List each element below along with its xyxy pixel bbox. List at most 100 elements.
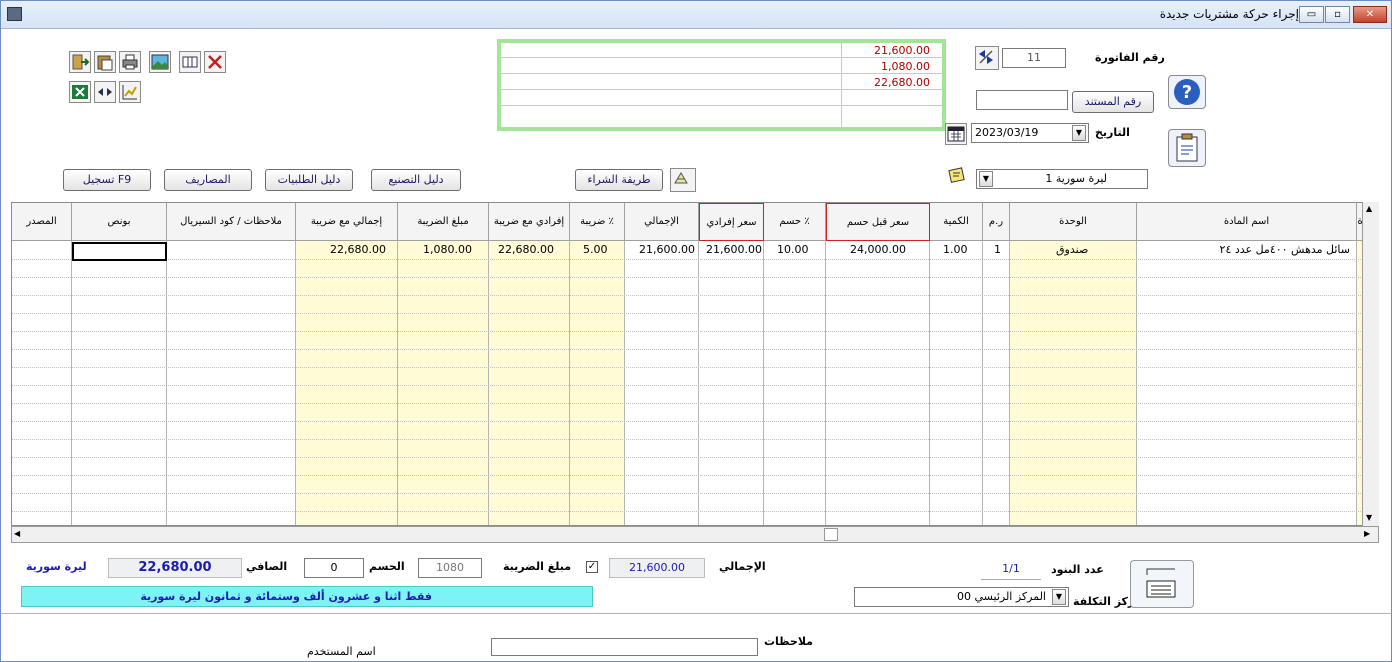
- cell-quantity[interactable]: 1.00: [943, 243, 968, 259]
- cost-center-dropdown-icon[interactable]: ▼: [1052, 589, 1066, 605]
- scroll-thumb[interactable]: [824, 528, 838, 541]
- discount-label: الحسم: [369, 560, 405, 573]
- amount-in-words-text: فقط اثنا و عشرون ألف وستمائة و ثمانون لي…: [140, 590, 432, 603]
- minimize-button[interactable]: ▭: [1299, 6, 1324, 23]
- header-discount-percent[interactable]: ٪ حسم: [764, 203, 826, 241]
- cell-discount-percent[interactable]: 10.00: [777, 243, 809, 259]
- scroll-left-icon[interactable]: ◀: [14, 529, 24, 540]
- help-icon[interactable]: ?: [1168, 75, 1206, 109]
- grid-column: [826, 241, 930, 525]
- columns-icon[interactable]: [179, 51, 201, 73]
- header-notes-serial[interactable]: ملاحظات / كود السيريال: [167, 203, 296, 241]
- report-icon[interactable]: [1168, 129, 1206, 167]
- header-bonus[interactable]: بونص: [72, 203, 167, 241]
- purchase-window: إجراء حركة مشتريات جديدة ▭ ▫ ✕ 21,600.00…: [0, 0, 1392, 662]
- svg-text:?: ?: [1182, 82, 1192, 103]
- image-icon[interactable]: [149, 51, 171, 73]
- cell-unit-price[interactable]: 21,600.00: [706, 243, 762, 259]
- grid-row-line: [12, 457, 1378, 458]
- header-price-before-discount[interactable]: سعر قبل حسم: [826, 203, 930, 241]
- header-source[interactable]: المصدر: [12, 203, 72, 241]
- bonus-cell-editor[interactable]: [72, 242, 167, 261]
- app-icon: [7, 7, 22, 21]
- discount-field[interactable]: 0: [304, 558, 364, 578]
- close-button[interactable]: ✕: [1353, 6, 1387, 23]
- document-number-field[interactable]: [976, 90, 1068, 110]
- summary-row: [501, 91, 942, 106]
- chart-icon[interactable]: [119, 81, 141, 103]
- exit-icon[interactable]: [69, 51, 91, 73]
- cost-center-select[interactable]: المركز الرئيسي 00 ▼: [854, 587, 1069, 607]
- amount-in-words: فقط اثنا و عشرون ألف وستمائة و ثمانون لي…: [21, 586, 593, 607]
- header-row-number[interactable]: ر.م: [983, 203, 1010, 241]
- total-value-field: 21,600.00: [609, 558, 705, 578]
- cell-unit[interactable]: صندوق: [1056, 243, 1088, 259]
- header-unit[interactable]: الوحدة: [1010, 203, 1137, 241]
- scroll-up-icon[interactable]: ▲: [1366, 204, 1372, 213]
- document-number-button[interactable]: رقم المستند: [1072, 91, 1154, 113]
- summary-row: 22,680.00: [501, 75, 942, 90]
- delete-icon[interactable]: [204, 51, 226, 73]
- grid-column: [72, 241, 167, 525]
- cell-unit-with-tax[interactable]: 22,680.00: [498, 243, 554, 259]
- window-title: إجراء حركة مشتريات جديدة: [1159, 7, 1299, 21]
- cell-item-name[interactable]: سائل مدهش ٤٠٠مل عدد ٢٤: [1152, 243, 1350, 259]
- expenses-button[interactable]: المصاريف: [164, 169, 252, 191]
- grid-column: [1010, 241, 1137, 525]
- header-total-with-tax[interactable]: إجمالي مع ضريبة: [296, 203, 398, 241]
- header-quantity[interactable]: الكمية: [930, 203, 983, 241]
- header-unit-with-tax[interactable]: إفرادي مع ضريبة: [489, 203, 570, 241]
- grid-row-line: [12, 331, 1378, 332]
- grid-row-line: [12, 295, 1378, 296]
- excel-icon[interactable]: [69, 81, 91, 103]
- cell-price-before-discount[interactable]: 24,000.00: [850, 243, 906, 259]
- grid-row-line: [12, 259, 1378, 260]
- maximize-button[interactable]: ▫: [1325, 6, 1350, 23]
- grid-row-line: [12, 439, 1378, 440]
- swap-icon[interactable]: [975, 46, 999, 70]
- manufacturing-guide-button[interactable]: دليل التصنيع: [371, 169, 461, 191]
- grid-row-line: [12, 367, 1378, 368]
- cell-tax-amount[interactable]: 1,080.00: [423, 243, 472, 259]
- header-item-name[interactable]: اسم المادة: [1137, 203, 1357, 241]
- register-button[interactable]: F9 تسجيل: [63, 169, 151, 191]
- scroll-down-icon[interactable]: ▼: [1366, 513, 1372, 522]
- grid-row-line: [12, 277, 1378, 278]
- calculator-icon[interactable]: [1130, 560, 1194, 608]
- grid-column: [489, 241, 570, 525]
- tax-checkbox[interactable]: ✓: [586, 561, 598, 573]
- invoice-number-field[interactable]: 11: [1002, 48, 1066, 68]
- grid-column: [296, 241, 398, 525]
- date-dropdown-icon[interactable]: ▼: [1072, 125, 1086, 141]
- header-total[interactable]: الإجمالي: [625, 203, 699, 241]
- items-grid[interactable]: المصدر بونص ملاحظات / كود السيريال إجمال…: [11, 202, 1379, 526]
- footer-currency-label: ليرة سورية: [26, 560, 87, 573]
- cell-total-with-tax[interactable]: 22,680.00: [330, 243, 386, 259]
- items-count-value: 1/1: [981, 560, 1041, 580]
- paste-icon[interactable]: [94, 51, 116, 73]
- requests-guide-button[interactable]: دليل الطلبيات: [265, 169, 353, 191]
- scroll-right-icon[interactable]: ▶: [1364, 529, 1374, 540]
- cell-tax-percent[interactable]: 5.00: [583, 243, 608, 259]
- grid-column: [699, 241, 764, 525]
- notes-field[interactable]: [491, 638, 758, 656]
- print-icon[interactable]: [119, 51, 141, 73]
- grid-row-line: [12, 475, 1378, 476]
- sort-icon[interactable]: [670, 168, 696, 192]
- navigate-icon[interactable]: [94, 81, 116, 103]
- header-tax-amount[interactable]: مبلغ الضريبة: [398, 203, 489, 241]
- cell-row-number[interactable]: 1: [994, 243, 1001, 259]
- currency-select[interactable]: ليرة سورية 1 ▼: [976, 169, 1148, 189]
- grid-row-line: [12, 421, 1378, 422]
- grid-vertical-scrollbar[interactable]: ▲ ▼: [1362, 202, 1379, 526]
- purchase-method-button[interactable]: طريقة الشراء: [575, 169, 663, 191]
- cell-total[interactable]: 21,600.00: [639, 243, 695, 259]
- calendar-icon[interactable]: [945, 123, 967, 145]
- date-field[interactable]: 2023/03/19 ▼: [971, 123, 1089, 143]
- summary-row: 21,600.00: [501, 43, 942, 58]
- grid-horizontal-scrollbar[interactable]: ◀ ▶: [11, 526, 1379, 543]
- date-label: التاريخ: [1095, 126, 1130, 139]
- header-unit-price[interactable]: سعر إفرادي: [699, 203, 764, 241]
- header-tax-percent[interactable]: ٪ ضريبة: [570, 203, 625, 241]
- currency-dropdown-icon[interactable]: ▼: [979, 171, 993, 187]
